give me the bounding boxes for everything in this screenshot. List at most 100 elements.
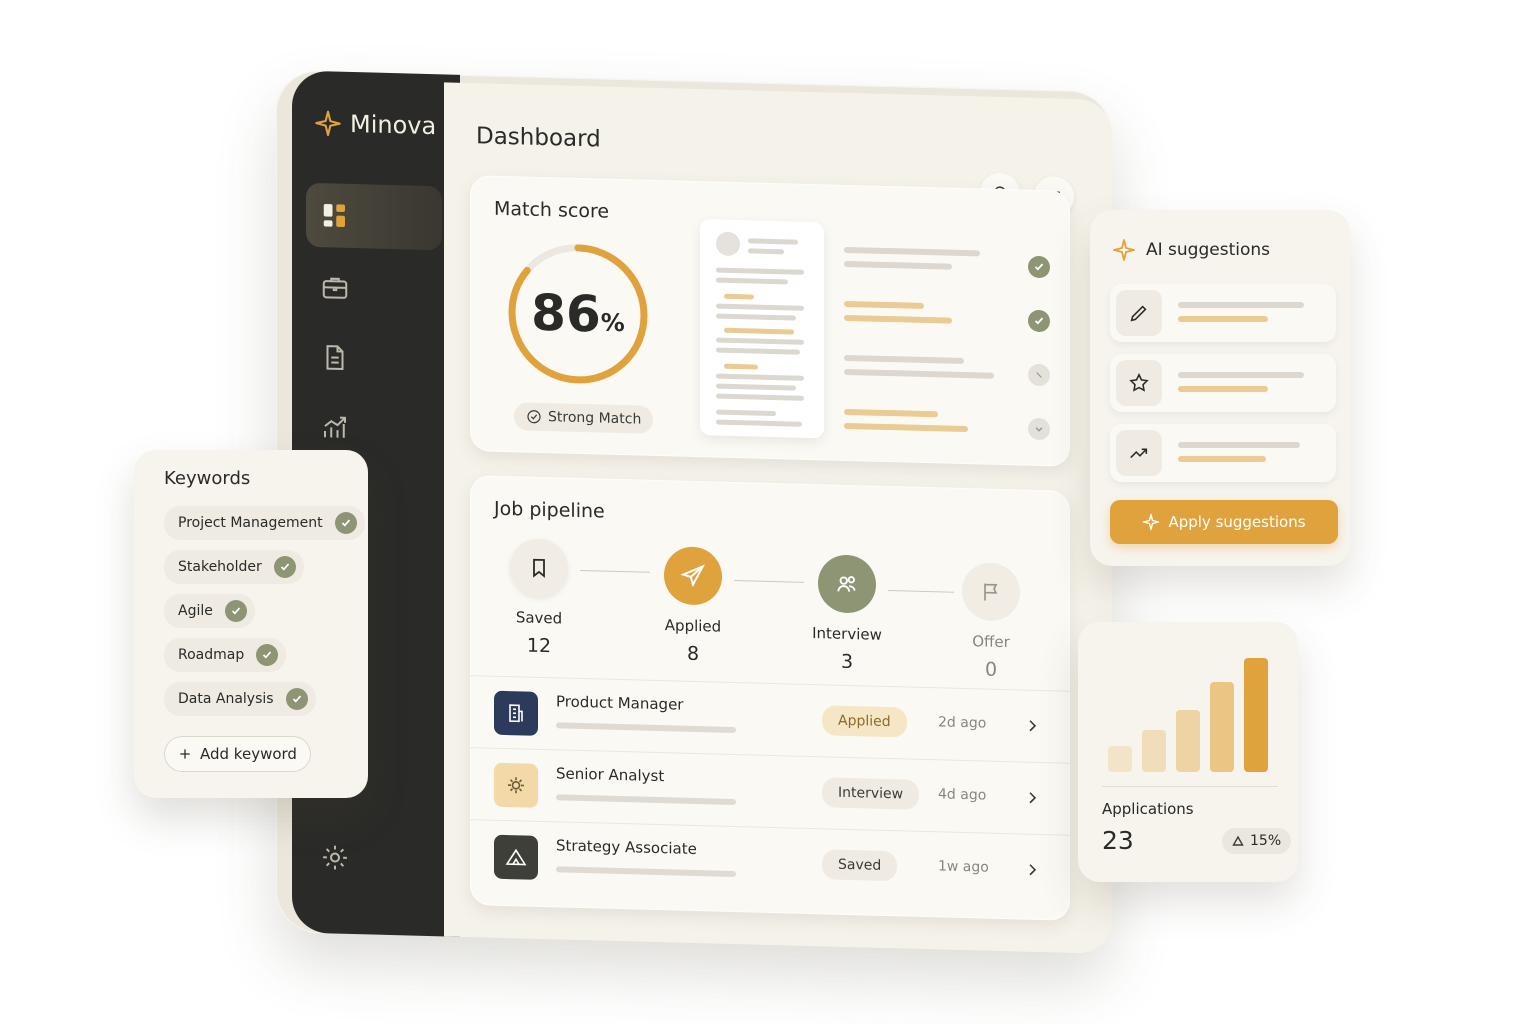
keyword-chip[interactable]: Data Analysis <box>164 682 316 716</box>
job-progress-bar <box>556 866 736 878</box>
check-circle-icon <box>527 410 541 424</box>
apply-suggestions-label: Apply suggestions <box>1168 513 1306 531</box>
stage-label: Applied <box>664 616 722 636</box>
chevron-down-icon[interactable] <box>1028 417 1050 441</box>
people-icon <box>837 576 856 592</box>
keyword-chip[interactable]: Agile <box>164 594 255 628</box>
suggestion-item[interactable] <box>1110 284 1336 342</box>
keyword-chip[interactable]: Stakeholder <box>164 550 304 584</box>
applications-bar-chart <box>1106 652 1272 772</box>
mountain-icon <box>494 834 538 880</box>
keyword-label: Stakeholder <box>178 559 262 575</box>
flag-icon <box>984 583 998 601</box>
nav-settings[interactable] <box>306 825 442 893</box>
check-icon <box>273 556 296 578</box>
job-title: Product Manager <box>556 692 684 714</box>
match-score-value: 86 <box>531 283 601 344</box>
job-progress-bar <box>556 722 736 734</box>
apply-suggestions-button[interactable]: Apply suggestions <box>1110 500 1338 544</box>
stage-count: 0 <box>984 658 998 681</box>
chevron-right-icon <box>1029 864 1037 876</box>
nav-jobs[interactable] <box>306 255 442 323</box>
keyword-chip[interactable]: Roadmap <box>164 638 287 672</box>
stage-saved[interactable]: Saved 12 <box>484 537 594 658</box>
job-title: Strategy Associate <box>556 836 697 859</box>
trend-bar <box>1244 658 1268 772</box>
job-status-badge: Saved <box>822 849 898 882</box>
keywords-title: Keywords <box>164 468 251 489</box>
pencil-icon <box>1116 290 1162 336</box>
job-title: Senior Analyst <box>556 764 665 786</box>
sparkle-logo-icon <box>315 110 341 137</box>
trend-bar <box>1108 746 1132 772</box>
requirement-pending-icon <box>1028 363 1050 387</box>
paper-plane-icon <box>680 564 705 588</box>
analytics-chart-icon <box>324 416 346 438</box>
stage-count: 12 <box>526 634 552 658</box>
check-icon <box>334 512 357 534</box>
check-icon <box>224 600 247 622</box>
job-time: 1w ago <box>938 858 989 876</box>
stage-label: Saved <box>515 608 563 628</box>
ai-suggestions-title: AI suggestions <box>1146 240 1270 260</box>
sparkle-icon <box>1143 513 1160 531</box>
job-time: 4d ago <box>938 786 987 804</box>
job-status-badge: Interview <box>822 777 920 810</box>
requirement-check-icon <box>1028 255 1050 279</box>
suggestion-item[interactable] <box>1110 354 1336 412</box>
page-title: Dashboard <box>476 123 601 153</box>
briefcase-icon <box>322 277 348 299</box>
chevron-right-icon <box>1029 792 1037 804</box>
requirement-check-icon <box>1028 309 1050 333</box>
main-content: Dashboard Match score 86% Strong Match J… <box>444 82 1112 954</box>
check-icon <box>285 688 308 710</box>
keyword-label: Data Analysis <box>178 691 274 707</box>
job-pipeline-title: Job pipeline <box>494 497 605 523</box>
chevron-right-icon <box>1029 720 1037 732</box>
check-icon <box>256 644 279 666</box>
suggestion-item[interactable] <box>1110 424 1336 482</box>
add-keyword-button[interactable]: Add keyword <box>164 736 311 772</box>
keyword-chip[interactable]: Project Management <box>164 506 365 540</box>
stage-label: Offer <box>972 632 1010 652</box>
resume-avatar <box>716 231 740 257</box>
stage-count: 3 <box>840 650 854 674</box>
stage-interview[interactable]: Interview 3 <box>792 554 902 675</box>
strong-match-badge: Strong Match <box>514 402 654 434</box>
star-icon <box>1116 360 1162 406</box>
keyword-label: Project Management <box>178 515 323 531</box>
ai-suggestions-card: AI suggestions Apply suggestions <box>1090 210 1350 566</box>
document-icon <box>326 345 344 371</box>
add-keyword-label: Add keyword <box>200 745 297 763</box>
applications-card: Applications 23 15% <box>1078 622 1298 882</box>
sparkle-icon <box>1113 239 1135 261</box>
sun-icon <box>494 762 538 808</box>
match-score-title: Match score <box>494 197 610 223</box>
plus-icon <box>180 749 190 759</box>
nav-dashboard[interactable] <box>306 182 442 251</box>
app-window: Minova Dashboard Match score 86 % Strong… <box>276 70 1112 954</box>
triangle-up-icon <box>1232 835 1244 846</box>
resume-preview <box>700 219 824 439</box>
ai-suggestions-header: AI suggestions <box>1112 238 1270 262</box>
strong-match-label: Strong Match <box>548 409 642 428</box>
applications-delta-badge: 15% <box>1222 828 1292 854</box>
applications-label: Applications <box>1102 800 1194 818</box>
trend-bar <box>1210 682 1234 772</box>
stage-applied[interactable]: Applied 8 <box>638 545 748 666</box>
match-score-card: Match score 86% Strong Match <box>470 175 1070 467</box>
job-progress-bar <box>556 794 736 806</box>
brand: Minova <box>314 109 436 140</box>
applications-delta: 15% <box>1250 833 1282 849</box>
applications-value: 23 <box>1102 826 1134 855</box>
job-pipeline-card: Job pipeline Saved 12 Applied 8 Intervie… <box>470 475 1070 921</box>
stage-offer[interactable]: Offer 0 <box>936 561 1046 682</box>
bookmark-icon <box>533 558 545 578</box>
stage-count: 8 <box>686 642 700 666</box>
nav-documents[interactable] <box>306 325 442 393</box>
gear-icon <box>323 845 347 870</box>
trend-bar <box>1142 730 1166 772</box>
job-row[interactable]: Strategy Associate Saved 1w ago <box>470 819 1070 907</box>
brand-name: Minova <box>350 109 437 141</box>
match-score-unit: % <box>600 308 625 338</box>
